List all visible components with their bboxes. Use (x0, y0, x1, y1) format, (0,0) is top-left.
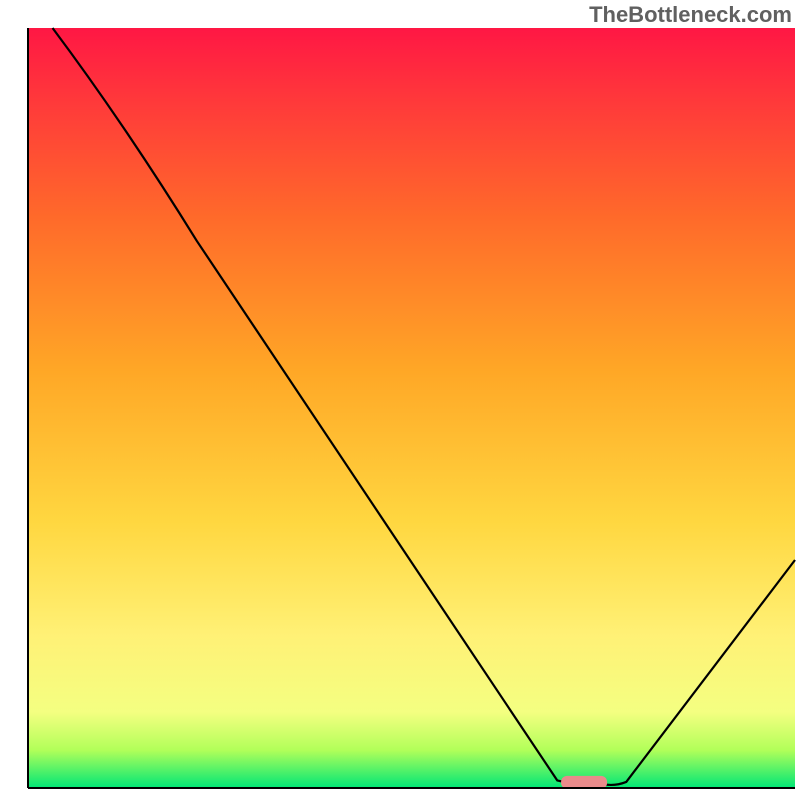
plot-background (28, 28, 795, 788)
chart-container: TheBottleneck.com (0, 0, 800, 800)
bottleneck-chart (0, 0, 800, 800)
watermark-label: TheBottleneck.com (589, 2, 792, 28)
optimal-marker (561, 776, 607, 789)
